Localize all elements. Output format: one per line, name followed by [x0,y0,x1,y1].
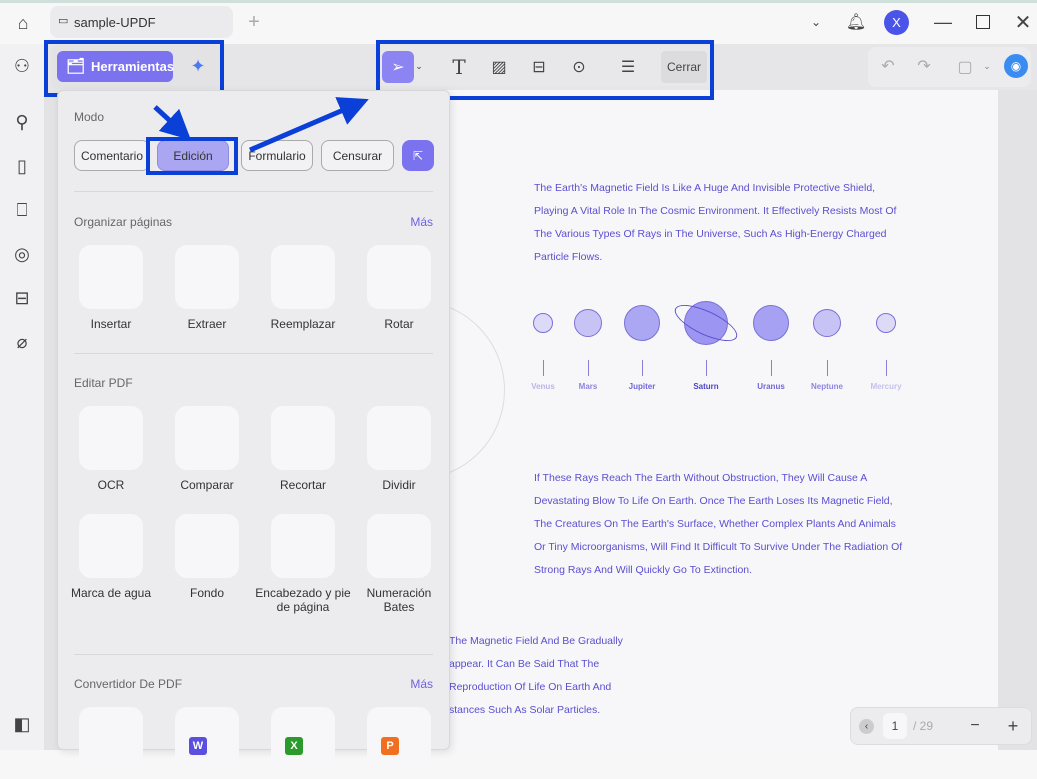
page-total: / 29 [913,719,934,733]
annotation-arrows [153,97,369,153]
page-number-input[interactable]: 1 [883,713,907,739]
arrow [153,105,192,141]
zoom-in-button[interactable]: + [1003,716,1023,736]
zoom-out-button[interactable]: − [965,716,985,736]
arrow [249,97,369,153]
pager: ‹ 1 / 29 − + [850,707,1032,745]
prev-page-button[interactable]: ‹ [859,719,874,734]
